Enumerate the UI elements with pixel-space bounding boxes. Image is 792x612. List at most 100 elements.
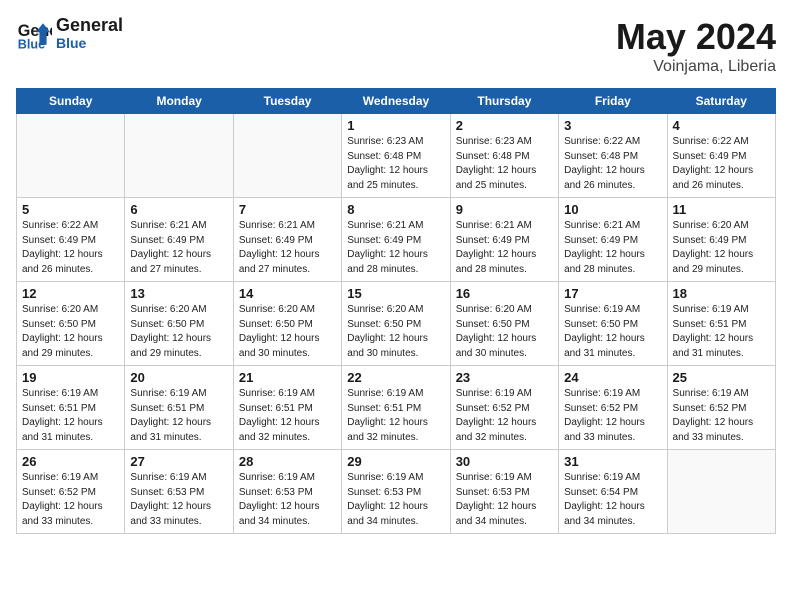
logo-line1: General [56, 16, 123, 36]
day-number: 8 [347, 202, 444, 217]
calendar-cell: 19 Sunrise: 6:19 AM Sunset: 6:51 PM Dayli… [17, 366, 125, 450]
day-number: 24 [564, 370, 661, 385]
calendar-cell: 14Sunrise: 6:20 AM Sunset: 6:50 PM Dayli… [233, 282, 341, 366]
day-info: Sunrise: 6:19 AM Sunset: 6:53 PM Dayligh… [239, 471, 336, 529]
day-number: 9 [456, 202, 553, 217]
day-number: 15 [347, 286, 444, 301]
calendar-header-row: SundayMondayTuesdayWednesdayThursdayFrid… [17, 89, 776, 114]
logo-icon: General Blue [16, 16, 52, 52]
week-row-3: 12 Sunrise: 6:20 AM Sunset: 6:50 PM Dayli… [17, 282, 776, 366]
day-info: Sunrise: 6:19 AM Sunset: 6:53 PM Dayligh… [130, 471, 227, 529]
calendar-table: SundayMondayTuesdayWednesdayThursdayFrid… [16, 88, 776, 534]
day-info: Sunrise: 6:20 AM Sunset: 6:49 PM Dayligh… [673, 219, 770, 277]
week-row-2: 5 Sunrise: 6:22 AM Sunset: 6:49 PM Daylig… [17, 198, 776, 282]
day-number: 18 [673, 286, 770, 301]
calendar-cell: 6 Sunrise: 6:21 AM Sunset: 6:49 PM Daylig… [125, 198, 233, 282]
day-info: Sunrise: 6:21 AM Sunset: 6:49 PM Dayligh… [564, 219, 661, 277]
day-number: 1 [347, 118, 444, 133]
column-header-wednesday: Wednesday [342, 89, 450, 114]
calendar-cell [17, 114, 125, 198]
day-number: 5 [22, 202, 119, 217]
calendar-cell: 15 Sunrise: 6:20 AM Sunset: 6:50 PM Dayli… [342, 282, 450, 366]
day-info: Sunrise: 6:19 AM Sunset: 6:53 PM Dayligh… [347, 471, 444, 529]
page-header: General Blue General Blue May 2024 Voinj… [16, 16, 776, 76]
day-info: Sunrise: 6:19 AM Sunset: 6:53 PM Dayligh… [456, 471, 553, 529]
calendar-cell: 21Sunrise: 6:19 AM Sunset: 6:51 PM Dayli… [233, 366, 341, 450]
day-info: Sunrise: 6:20 AM Sunset: 6:50 PM Dayligh… [22, 303, 119, 361]
calendar-cell: 31Sunrise: 6:19 AM Sunset: 6:54 PM Dayli… [559, 450, 667, 534]
calendar-cell: 10 Sunrise: 6:21 AM Sunset: 6:49 PM Dayli… [559, 198, 667, 282]
day-number: 22 [347, 370, 444, 385]
day-number: 13 [130, 286, 227, 301]
calendar-cell: 24 Sunrise: 6:19 AM Sunset: 6:52 PM Dayli… [559, 366, 667, 450]
calendar-cell: 18 Sunrise: 6:19 AM Sunset: 6:51 PM Dayli… [667, 282, 775, 366]
calendar-cell: 17Sunrise: 6:19 AM Sunset: 6:50 PM Dayli… [559, 282, 667, 366]
day-number: 21 [239, 370, 336, 385]
logo: General Blue General Blue [16, 16, 123, 52]
day-info: Sunrise: 6:20 AM Sunset: 6:50 PM Dayligh… [456, 303, 553, 361]
day-number: 17 [564, 286, 661, 301]
day-info: Sunrise: 6:23 AM Sunset: 6:48 PM Dayligh… [456, 135, 553, 193]
day-info: Sunrise: 6:21 AM Sunset: 6:49 PM Dayligh… [130, 219, 227, 277]
calendar-cell: 23 Sunrise: 6:19 AM Sunset: 6:52 PM Dayli… [450, 366, 558, 450]
calendar-cell: 30 Sunrise: 6:19 AM Sunset: 6:53 PM Dayli… [450, 450, 558, 534]
day-number: 19 [22, 370, 119, 385]
day-info: Sunrise: 6:19 AM Sunset: 6:52 PM Dayligh… [673, 387, 770, 445]
day-number: 11 [673, 202, 770, 217]
calendar-cell: 1 Sunrise: 6:23 AM Sunset: 6:48 PM Daylig… [342, 114, 450, 198]
calendar-cell: 12 Sunrise: 6:20 AM Sunset: 6:50 PM Dayli… [17, 282, 125, 366]
calendar-cell: 11 Sunrise: 6:20 AM Sunset: 6:49 PM Dayli… [667, 198, 775, 282]
column-header-sunday: Sunday [17, 89, 125, 114]
day-number: 29 [347, 454, 444, 469]
day-info: Sunrise: 6:22 AM Sunset: 6:49 PM Dayligh… [22, 219, 119, 277]
day-number: 20 [130, 370, 227, 385]
calendar-cell: 29 Sunrise: 6:19 AM Sunset: 6:53 PM Dayli… [342, 450, 450, 534]
day-info: Sunrise: 6:19 AM Sunset: 6:51 PM Dayligh… [673, 303, 770, 361]
day-number: 6 [130, 202, 227, 217]
calendar-cell [125, 114, 233, 198]
calendar-cell: 3 Sunrise: 6:22 AM Sunset: 6:48 PM Daylig… [559, 114, 667, 198]
column-header-saturday: Saturday [667, 89, 775, 114]
day-info: Sunrise: 6:21 AM Sunset: 6:49 PM Dayligh… [347, 219, 444, 277]
day-info: Sunrise: 6:19 AM Sunset: 6:51 PM Dayligh… [130, 387, 227, 445]
title-block: May 2024 Voinjama, Liberia [616, 16, 776, 76]
calendar-cell: 27 Sunrise: 6:19 AM Sunset: 6:53 PM Dayli… [125, 450, 233, 534]
day-info: Sunrise: 6:22 AM Sunset: 6:48 PM Dayligh… [564, 135, 661, 193]
day-info: Sunrise: 6:19 AM Sunset: 6:52 PM Dayligh… [564, 387, 661, 445]
day-number: 27 [130, 454, 227, 469]
week-row-1: 1 Sunrise: 6:23 AM Sunset: 6:48 PM Daylig… [17, 114, 776, 198]
calendar-cell: 26 Sunrise: 6:19 AM Sunset: 6:52 PM Dayli… [17, 450, 125, 534]
day-info: Sunrise: 6:20 AM Sunset: 6:50 PM Dayligh… [239, 303, 336, 361]
day-info: Sunrise: 6:19 AM Sunset: 6:51 PM Dayligh… [22, 387, 119, 445]
day-info: Sunrise: 6:19 AM Sunset: 6:52 PM Dayligh… [456, 387, 553, 445]
column-header-monday: Monday [125, 89, 233, 114]
calendar-cell: 9Sunrise: 6:21 AM Sunset: 6:49 PM Daylig… [450, 198, 558, 282]
day-number: 12 [22, 286, 119, 301]
logo-line2: Blue [56, 36, 123, 51]
calendar-cell: 13Sunrise: 6:20 AM Sunset: 6:50 PM Dayli… [125, 282, 233, 366]
location-title: Voinjama, Liberia [616, 58, 776, 76]
day-info: Sunrise: 6:23 AM Sunset: 6:48 PM Dayligh… [347, 135, 444, 193]
day-number: 23 [456, 370, 553, 385]
day-info: Sunrise: 6:22 AM Sunset: 6:49 PM Dayligh… [673, 135, 770, 193]
calendar-cell: 25 Sunrise: 6:19 AM Sunset: 6:52 PM Dayli… [667, 366, 775, 450]
calendar-cell [667, 450, 775, 534]
week-row-4: 19 Sunrise: 6:19 AM Sunset: 6:51 PM Dayli… [17, 366, 776, 450]
month-title: May 2024 [616, 16, 776, 58]
day-number: 26 [22, 454, 119, 469]
calendar-cell: 8 Sunrise: 6:21 AM Sunset: 6:49 PM Daylig… [342, 198, 450, 282]
day-number: 10 [564, 202, 661, 217]
calendar-cell: 22Sunrise: 6:19 AM Sunset: 6:51 PM Dayli… [342, 366, 450, 450]
day-number: 25 [673, 370, 770, 385]
day-info: Sunrise: 6:19 AM Sunset: 6:52 PM Dayligh… [22, 471, 119, 529]
day-info: Sunrise: 6:21 AM Sunset: 6:49 PM Dayligh… [239, 219, 336, 277]
day-number: 3 [564, 118, 661, 133]
calendar-cell: 4Sunrise: 6:22 AM Sunset: 6:49 PM Daylig… [667, 114, 775, 198]
calendar-cell: 28Sunrise: 6:19 AM Sunset: 6:53 PM Dayli… [233, 450, 341, 534]
calendar-cell [233, 114, 341, 198]
day-number: 30 [456, 454, 553, 469]
column-header-tuesday: Tuesday [233, 89, 341, 114]
calendar-cell: 5 Sunrise: 6:22 AM Sunset: 6:49 PM Daylig… [17, 198, 125, 282]
calendar-cell: 20 Sunrise: 6:19 AM Sunset: 6:51 PM Dayli… [125, 366, 233, 450]
day-info: Sunrise: 6:20 AM Sunset: 6:50 PM Dayligh… [347, 303, 444, 361]
